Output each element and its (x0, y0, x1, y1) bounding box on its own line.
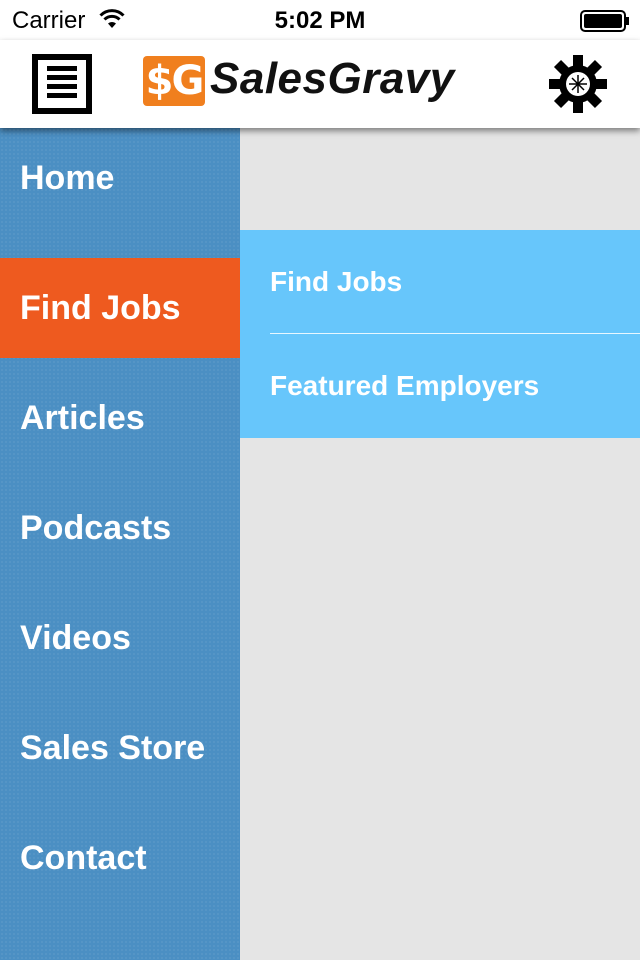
logo-mark: $G (143, 56, 205, 106)
menu-button[interactable] (32, 54, 92, 114)
gear-icon[interactable] (548, 54, 608, 114)
sidebar-item-label: Articles (20, 399, 145, 437)
sidebar-item-label: Home (20, 159, 115, 197)
sidebar-item-sales-store[interactable]: Sales Store (0, 698, 240, 798)
sidebar-item-articles[interactable]: Articles (0, 368, 240, 468)
sidebar-item-home[interactable]: Home (0, 128, 240, 228)
submenu-item-label: Find Jobs (270, 266, 403, 297)
battery-icon (580, 10, 629, 32)
sidebar-item-contact[interactable]: Contact (0, 808, 240, 908)
status-bar: Carrier 5:02 PM (0, 0, 640, 40)
sidebar-item-podcasts[interactable]: Podcasts (0, 478, 240, 578)
find-jobs-submenu: Find Jobs Featured Employers (240, 230, 640, 438)
status-time: 5:02 PM (274, 7, 366, 34)
sidebar-menu: Home Find Jobs Articles Podcasts Videos … (0, 128, 240, 960)
app-header: $G SalesGravy (0, 40, 640, 128)
submenu-item-label: Featured Employers (270, 370, 540, 401)
sidebar-item-label: Find Jobs (20, 289, 181, 327)
submenu-item-find-jobs[interactable]: Find Jobs (240, 230, 640, 334)
sidebar-item-label: Videos (20, 619, 131, 657)
sidebar-item-label: Podcasts (20, 509, 172, 547)
logo-text: SalesGravy (210, 54, 455, 103)
submenu-item-featured-employers[interactable]: Featured Employers (240, 334, 640, 438)
sidebar-item-label: Contact (20, 839, 147, 877)
sidebar-item-find-jobs[interactable]: Find Jobs (0, 258, 240, 358)
sidebar-item-label: Sales Store (20, 729, 206, 767)
sidebar-item-videos[interactable]: Videos (0, 588, 240, 688)
